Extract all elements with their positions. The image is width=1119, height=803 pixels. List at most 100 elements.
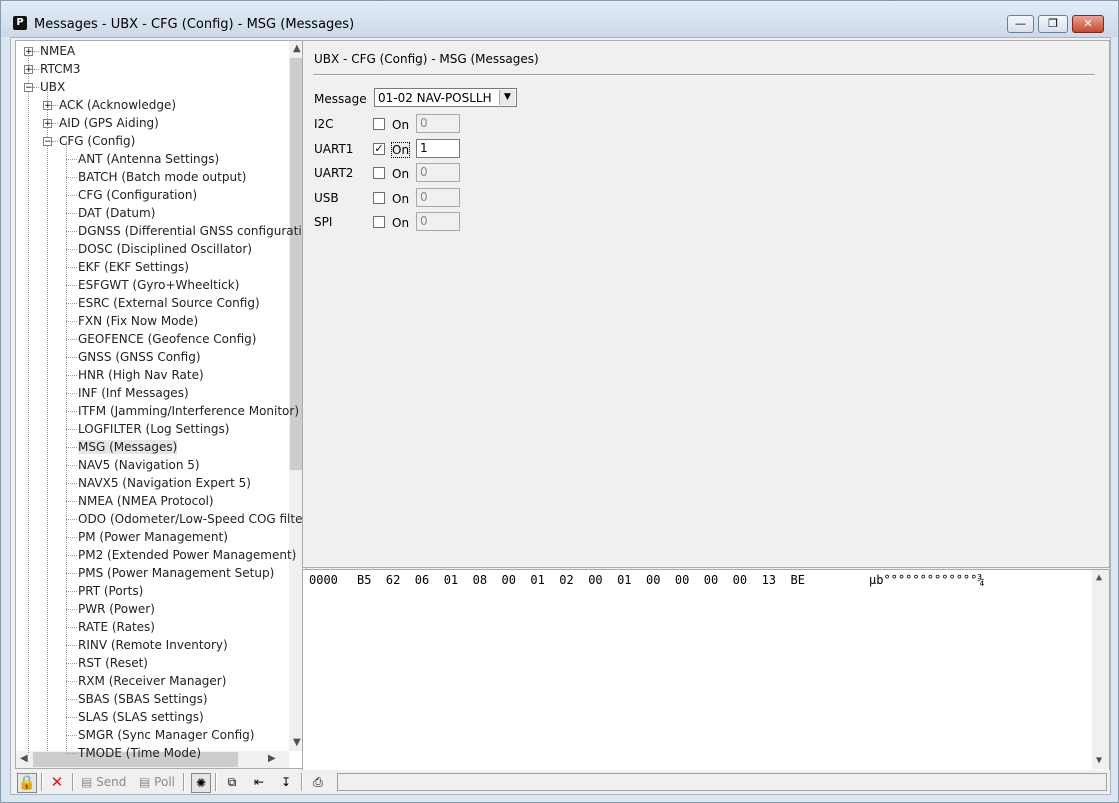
port-rate-field[interactable]: 0 xyxy=(416,114,460,133)
scroll-down-icon[interactable]: ▼ xyxy=(1096,755,1102,766)
tree-item[interactable]: LOGFILTER (Log Settings) xyxy=(78,420,229,438)
copy-icon[interactable]: ⧉ xyxy=(223,773,241,791)
restore-button[interactable]: ❐ xyxy=(1038,15,1068,33)
tree-item[interactable]: RST (Reset) xyxy=(78,654,148,672)
poll-button[interactable]: ▤ Poll xyxy=(139,773,175,791)
tree-item[interactable]: NMEA xyxy=(40,42,75,60)
hex-offset: 0000 xyxy=(309,573,338,587)
close-button[interactable]: ✕ xyxy=(1072,15,1104,33)
on-label[interactable]: On xyxy=(392,192,409,206)
tree-item[interactable]: ANT (Antenna Settings) xyxy=(78,150,219,168)
tree-item[interactable]: RXM (Receiver Manager) xyxy=(78,672,226,690)
tree-item[interactable]: EKF (EKF Settings) xyxy=(78,258,189,276)
tree-item[interactable]: ITFM (Jamming/Interference Monitor) xyxy=(78,402,299,420)
tree-item[interactable]: PWR (Power) xyxy=(78,600,155,618)
scroll-left-icon[interactable]: ◀ xyxy=(20,753,28,764)
tree-item[interactable]: ESFGWT (Gyro+Wheeltick) xyxy=(78,276,239,294)
port-rate-field[interactable]: 0 xyxy=(416,212,460,231)
tree-item[interactable]: BATCH (Batch mode output) xyxy=(78,168,246,186)
load-icon[interactable]: ⇤ xyxy=(250,773,268,791)
on-label[interactable]: On xyxy=(392,118,409,132)
save-icon[interactable]: ↧ xyxy=(277,773,295,791)
tree-item-label: NAVX5 (Navigation Expert 5) xyxy=(78,476,251,490)
tree-guide-line xyxy=(66,159,77,160)
hex-ascii: µb°°°°°°°°°°°°°¾ xyxy=(869,573,985,587)
tree-guide-line xyxy=(66,357,77,358)
port-enable-checkbox[interactable] xyxy=(373,118,385,130)
collapse-icon[interactable]: − xyxy=(43,137,52,147)
port-enable-checkbox[interactable] xyxy=(373,191,385,204)
tree-item[interactable]: ACK (Acknowledge) xyxy=(59,96,176,114)
tree-item[interactable]: PM (Power Management) xyxy=(78,528,228,546)
collapse-icon[interactable]: − xyxy=(24,83,33,93)
tree-item[interactable]: DOSC (Disciplined Oscillator) xyxy=(78,240,252,258)
tree-item[interactable]: SMGR (Sync Manager Config) xyxy=(78,726,254,744)
tree-item[interactable]: ODO (Odometer/Low-Speed COG filte xyxy=(78,510,302,528)
tree-item[interactable]: MSG (Messages) xyxy=(78,438,178,456)
tree-item[interactable]: DGNSS (Differential GNSS configurati xyxy=(78,222,302,240)
tree-guide-line xyxy=(66,645,77,646)
tree-item[interactable]: ESRC (External Source Config) xyxy=(78,294,260,312)
tree-item[interactable]: SBAS (SBAS Settings) xyxy=(78,690,208,708)
client-area: ▲ ▼ ◀ ▶ + NMEA + RTCM3− UBX + ACK (Acknowledge… xyxy=(10,37,1111,795)
tree-guide-line xyxy=(33,87,39,88)
tree-item[interactable]: DAT (Datum) xyxy=(78,204,155,222)
title-bar: P Messages - UBX - CFG (Config) - MSG (M… xyxy=(1,1,1118,37)
tree-item[interactable]: GNSS (GNSS Config) xyxy=(78,348,201,366)
tree-item[interactable]: RTCM3 xyxy=(40,60,80,78)
port-rate-field[interactable]: 0 xyxy=(416,163,460,182)
message-select[interactable]: 01-02 NAV-POSLLH ▼ xyxy=(374,88,517,107)
tree-item[interactable]: PMS (Power Management Setup) xyxy=(78,564,274,582)
expand-icon[interactable]: + xyxy=(43,101,52,111)
send-button[interactable]: ▤ Send xyxy=(81,773,126,791)
minimize-button[interactable]: — xyxy=(1007,15,1034,33)
tree-item[interactable]: NAV5 (Navigation 5) xyxy=(78,456,200,474)
chevron-down-icon[interactable]: ▼ xyxy=(499,90,515,105)
port-rate-field[interactable]: 1 xyxy=(416,138,460,158)
port-enable-checkbox[interactable] xyxy=(373,216,385,228)
message-select-value: 01-02 NAV-POSLLH xyxy=(378,91,492,105)
poll-label: Poll xyxy=(154,775,175,789)
hex-vertical-scrollbar[interactable]: ▲ ▼ xyxy=(1092,570,1109,769)
tree-item[interactable]: GEOFENCE (Geofence Config) xyxy=(78,330,256,348)
auto-refresh-icon[interactable]: ✺ xyxy=(191,773,211,793)
tree-item[interactable]: SLAS (SLAS settings) xyxy=(78,708,204,726)
scroll-up-icon[interactable]: ▲ xyxy=(1096,572,1102,583)
tree-item[interactable]: INF (Inf Messages) xyxy=(78,384,189,402)
tree-item[interactable]: NAVX5 (Navigation Expert 5) xyxy=(78,474,251,492)
tree-item[interactable]: NMEA (NMEA Protocol) xyxy=(78,492,214,510)
tree-item-label: HNR (High Nav Rate) xyxy=(78,368,204,382)
expand-icon[interactable]: + xyxy=(24,65,33,75)
tree-item[interactable]: AID (GPS Aiding) xyxy=(59,114,159,132)
tree-guide-line xyxy=(66,447,77,448)
tree-guide-line xyxy=(28,51,29,753)
scroll-down-icon[interactable]: ▼ xyxy=(293,737,301,748)
port-rate-field[interactable]: 0 xyxy=(416,187,460,207)
port-enable-checkbox[interactable]: ✓ xyxy=(373,142,385,155)
tree-item[interactable]: RATE (Rates) xyxy=(78,618,155,636)
hex-view[interactable]: 0000 B5 62 06 01 08 00 01 02 00 01 00 00… xyxy=(302,569,1110,772)
tree-item[interactable]: FXN (Fix Now Mode) xyxy=(78,312,198,330)
scroll-up-icon[interactable]: ▲ xyxy=(293,43,301,54)
tree-item[interactable]: TMODE (Time Mode) xyxy=(78,744,201,762)
tree-item[interactable]: PM2 (Extended Power Management) xyxy=(78,546,296,564)
tree-item[interactable]: RINV (Remote Inventory) xyxy=(78,636,228,654)
expand-icon[interactable]: + xyxy=(43,119,52,129)
tree-item[interactable]: UBX xyxy=(40,78,65,96)
clear-icon[interactable]: ✕ xyxy=(49,773,65,791)
tree-item[interactable]: CFG (Configuration) xyxy=(78,186,197,204)
on-label[interactable]: On xyxy=(392,216,409,230)
tree-guide-line xyxy=(66,213,77,214)
lock-icon[interactable]: 🔒 xyxy=(17,773,37,793)
port-enable-checkbox[interactable] xyxy=(373,167,385,179)
scroll-right-icon[interactable]: ▶ xyxy=(268,753,276,764)
print-icon[interactable]: ⎙ xyxy=(309,773,327,791)
tree-item[interactable]: PRT (Ports) xyxy=(78,582,143,600)
expand-icon[interactable]: + xyxy=(24,47,33,57)
tree-item[interactable]: HNR (High Nav Rate) xyxy=(78,366,204,384)
on-label[interactable]: On xyxy=(390,141,411,158)
tree-item[interactable]: CFG (Config) xyxy=(59,132,135,150)
tree-guide-line xyxy=(66,429,77,430)
tree-item-label: MSG (Messages) xyxy=(78,440,178,454)
on-label[interactable]: On xyxy=(392,167,409,181)
